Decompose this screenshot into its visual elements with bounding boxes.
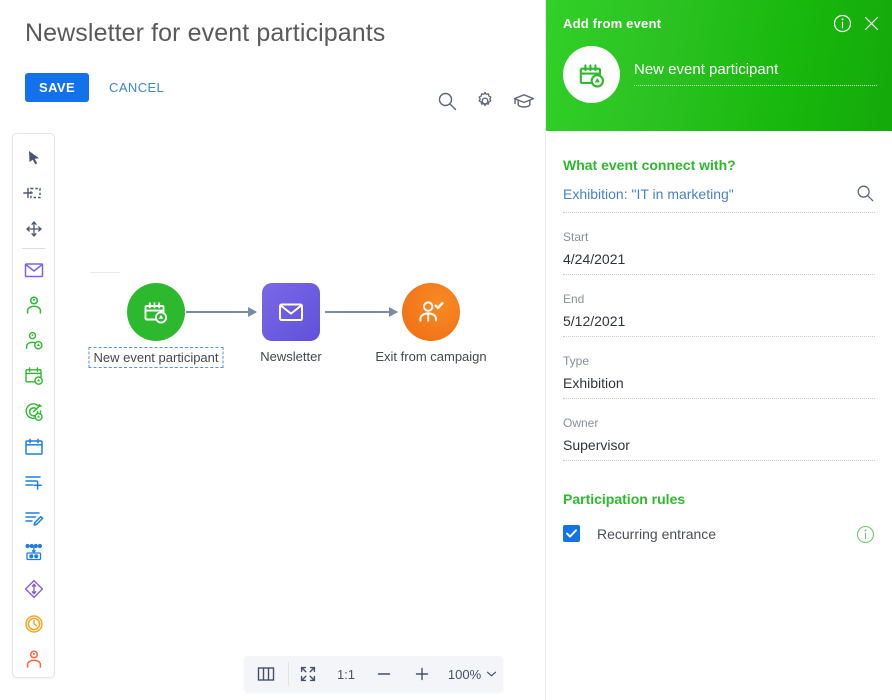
recurring-entrance-checkbox[interactable] <box>563 525 580 542</box>
event-lookup-value: Exhibition: "IT in marketing" <box>563 186 734 202</box>
flow-node-exit-from-campaign[interactable]: Exit from campaign <box>375 283 487 364</box>
flow-guide-line <box>90 272 120 273</box>
field-start[interactable]: Start 4/24/2021 <box>563 230 875 275</box>
audience-icon[interactable] <box>12 288 55 323</box>
action-bar: SAVE CANCEL <box>25 73 164 102</box>
info-icon[interactable] <box>856 525 875 549</box>
split-flow-icon[interactable] <box>12 571 55 606</box>
graduation-cap-icon[interactable] <box>512 90 535 112</box>
recurring-entrance-row: Recurring entrance <box>563 525 875 544</box>
envelope-icon <box>279 303 303 321</box>
zoom-level-value: 100% <box>447 666 482 682</box>
move-icon[interactable] <box>12 211 55 246</box>
event-participant-icon <box>144 302 168 324</box>
zoom-ratio-button[interactable]: 1:1 <box>327 656 365 692</box>
app-root: Newsletter for event participants SAVE C… <box>0 0 892 700</box>
flow-node-shape <box>127 283 185 341</box>
event-lookup-field[interactable]: Exhibition: "IT in marketing" <box>563 183 875 213</box>
flow-node-shape <box>262 283 320 341</box>
search-icon[interactable] <box>436 90 458 112</box>
columns-view-icon[interactable] <box>244 656 288 692</box>
connector-email-to-exit[interactable] <box>325 307 398 317</box>
zoom-toolbar: 1:1 100% <box>244 656 503 692</box>
field-value: 5/12/2021 <box>563 313 626 329</box>
zoom-out-button[interactable] <box>365 656 403 692</box>
field-owner[interactable]: Owner Supervisor <box>563 416 875 461</box>
flow-node-newsletter[interactable]: Newsletter <box>260 283 322 364</box>
field-end[interactable]: End 5/12/2021 <box>563 292 875 337</box>
event-participant-icon <box>579 63 604 88</box>
panel-header-title: Add from event <box>563 16 662 31</box>
add-from-event-panel: Add from event New event participant Wha… <box>545 0 892 700</box>
cancel-button[interactable]: CANCEL <box>109 80 164 95</box>
zoom-level-dropdown[interactable]: 100% <box>441 656 503 692</box>
add-to-list-icon[interactable] <box>12 465 55 500</box>
exit-check-icon <box>419 301 444 322</box>
flow-node-shape <box>402 283 460 341</box>
calendar-icon[interactable] <box>12 429 55 464</box>
campaign-canvas-area: Newsletter for event participants SAVE C… <box>0 0 545 700</box>
field-value: Supervisor <box>563 437 630 453</box>
connector-start-to-email[interactable] <box>186 307 257 317</box>
field-label: Owner <box>563 416 599 430</box>
field-type[interactable]: Type Exhibition <box>563 354 875 399</box>
field-value: 4/24/2021 <box>563 251 626 267</box>
entity-name-field[interactable]: New event participant <box>634 61 877 86</box>
page-title: Newsletter for event participants <box>25 19 386 47</box>
canvas-tools <box>436 90 535 112</box>
gear-icon[interactable] <box>474 90 496 112</box>
field-label: End <box>563 292 585 306</box>
element-toolbar <box>12 133 55 678</box>
flow-node-label: Exit from campaign <box>375 349 487 364</box>
add-area-icon[interactable] <box>12 175 55 210</box>
zoom-in-button[interactable] <box>403 656 441 692</box>
cursor-select-icon[interactable] <box>12 140 55 175</box>
recurring-entrance-label: Recurring entrance <box>597 525 717 542</box>
flow-node-label: New event participant <box>88 347 224 368</box>
flow-node-label: Newsletter <box>260 349 322 364</box>
field-value: Exhibition <box>563 375 624 391</box>
panel-body: What event connect with? Exhibition: "IT… <box>546 157 892 544</box>
email-icon[interactable] <box>12 252 55 287</box>
event-add-icon[interactable] <box>12 358 55 393</box>
fit-to-screen-icon[interactable] <box>289 656 327 692</box>
close-icon[interactable] <box>862 14 881 38</box>
exit-person-icon[interactable] <box>12 642 55 677</box>
timer-icon[interactable] <box>12 606 55 641</box>
flow-node-new-event-participant[interactable]: New event participant <box>88 283 224 368</box>
field-label: Start <box>563 230 589 244</box>
save-button[interactable]: SAVE <box>25 73 90 102</box>
info-icon[interactable] <box>833 14 852 38</box>
switch-case-icon[interactable] <box>12 535 55 570</box>
edit-list-icon[interactable] <box>12 500 55 535</box>
panel-header: Add from event New event participant <box>546 0 892 131</box>
section-title-rules: Participation rules <box>563 491 686 507</box>
toolbar-divider <box>22 248 45 250</box>
avatar <box>563 46 620 103</box>
check-icon <box>566 529 577 538</box>
campaign-target-icon[interactable] <box>12 394 55 429</box>
search-icon[interactable] <box>855 183 875 208</box>
section-title-event: What event connect with? <box>563 157 736 173</box>
field-label: Type <box>563 354 590 368</box>
chevron-down-icon <box>487 671 497 677</box>
add-audience-icon[interactable] <box>12 323 55 358</box>
